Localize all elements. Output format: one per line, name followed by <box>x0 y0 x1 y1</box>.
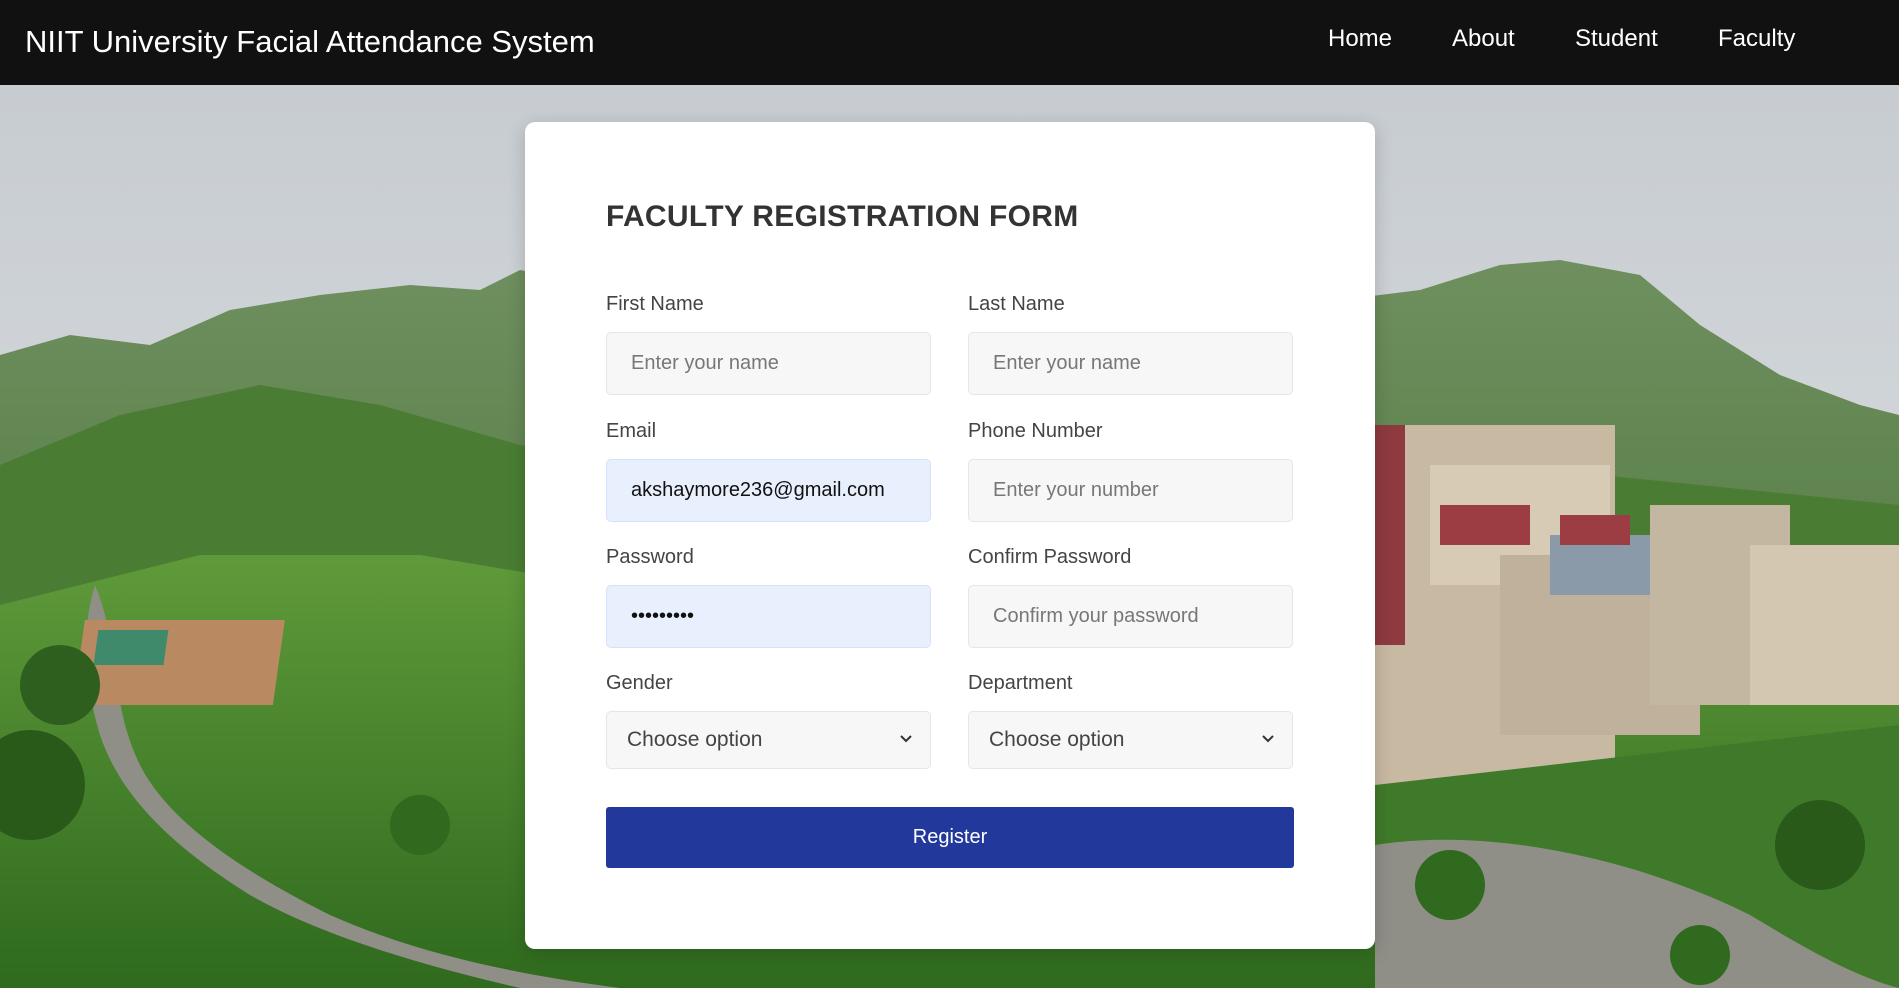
email-label: Email <box>606 420 657 442</box>
first-name-input[interactable] <box>606 332 931 395</box>
form-title: FACULTY REGISTRATION FORM <box>606 200 1079 233</box>
gender-label: Gender <box>606 672 673 694</box>
phone-group: Phone Number <box>968 417 1293 522</box>
chevron-down-icon <box>900 735 912 743</box>
chevron-down-icon <box>1262 735 1274 743</box>
last-name-label: Last Name <box>968 293 1065 315</box>
gender-select[interactable]: Choose option <box>606 711 931 769</box>
department-selected-value: Choose option <box>989 728 1125 751</box>
department-select[interactable]: Choose option <box>968 711 1293 769</box>
nav-link-faculty[interactable]: Faculty <box>1718 24 1795 54</box>
gender-group: Gender Choose option <box>606 669 931 769</box>
confirm-password-input[interactable] <box>968 585 1293 648</box>
confirm-password-label: Confirm Password <box>968 546 1132 568</box>
department-group: Department Choose option <box>968 669 1293 769</box>
nav-link-about[interactable]: About <box>1452 24 1515 54</box>
password-input[interactable] <box>606 585 931 648</box>
phone-label: Phone Number <box>968 420 1103 442</box>
last-name-group: Last Name <box>968 290 1293 395</box>
first-name-label: First Name <box>606 293 704 315</box>
gender-selected-value: Choose option <box>627 728 763 751</box>
nav-link-student[interactable]: Student <box>1575 24 1658 54</box>
password-label: Password <box>606 546 694 568</box>
phone-input[interactable] <box>968 459 1293 522</box>
department-label: Department <box>968 672 1073 694</box>
registration-card: FACULTY REGISTRATION FORM First Name Las… <box>525 122 1375 949</box>
email-input[interactable] <box>606 459 931 522</box>
email-group: Email <box>606 417 931 522</box>
password-group: Password <box>606 543 931 648</box>
last-name-input[interactable] <box>968 332 1293 395</box>
first-name-group: First Name <box>606 290 931 395</box>
nav-links: Home About Student Faculty <box>0 24 1899 60</box>
nav-link-home[interactable]: Home <box>1328 24 1392 54</box>
register-button[interactable]: Register <box>606 807 1294 868</box>
confirm-password-group: Confirm Password <box>968 543 1293 648</box>
navbar: NIIT University Facial Attendance System… <box>0 0 1899 85</box>
